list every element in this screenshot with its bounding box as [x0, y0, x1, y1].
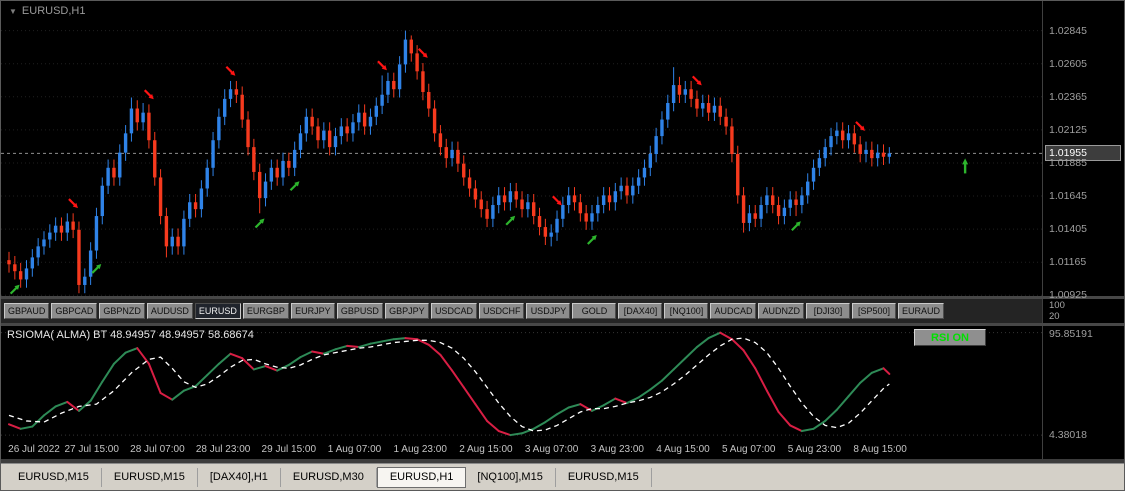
chart-tab-dax40h1[interactable]: [DAX40],H1	[198, 467, 281, 487]
rsioma-line	[8, 331, 891, 437]
time-axis-label: 29 Jul 15:00	[261, 444, 317, 455]
time-axis-label: 3 Aug 07:00	[524, 444, 579, 455]
time-axis-label: 28 Jul 07:00	[130, 444, 185, 455]
price-axis-label: 1.02605	[1049, 57, 1087, 70]
rsi-on-button[interactable]: RSI ON	[914, 329, 986, 346]
symbol-button-gbpjpy[interactable]: GBPJPY	[384, 303, 429, 319]
time-axis-label: 8 Aug 15:00	[853, 444, 907, 455]
symbol-button-gbpaud[interactable]: GBPAUD	[4, 303, 50, 319]
symbol-button-usdjpy[interactable]: USDJPY	[526, 303, 571, 319]
main-chart-canvas[interactable]	[1, 1, 1042, 296]
chart-tab-eurusdm30[interactable]: EURUSD,M30	[281, 467, 377, 487]
price-axis-label: 1.01645	[1049, 190, 1087, 203]
symbol-button-usdcad[interactable]: USDCAD	[430, 303, 477, 319]
time-axis-label: 27 Jul 15:00	[64, 444, 119, 455]
main-chart-panel[interactable]: ▼ EURUSD,H1 1.01955 1.02845 1.02605 1.0236…	[1, 1, 1124, 301]
time-axis-label: 26 Jul 2022	[8, 444, 60, 455]
indicator-panel[interactable]: RSIOMA( ALMA) BT 48.94957 48.94957 58.68…	[1, 326, 1124, 459]
price-axis-label: 1.02845	[1049, 24, 1087, 37]
ribbon-axis-value: 20	[1049, 311, 1060, 322]
chart-marker-icon: ▼	[9, 6, 17, 16]
chart-tab-nq100m15[interactable]: [NQ100],M15	[465, 467, 556, 487]
symbol-button-euraud[interactable]: EURAUD	[897, 303, 944, 319]
indicator-canvas[interactable]	[1, 326, 1042, 442]
price-axis-label: 1.02365	[1049, 90, 1087, 103]
price-axis-label: 1.01405	[1049, 223, 1087, 236]
symbol-button-eurgbp[interactable]: EURGBP	[242, 303, 289, 319]
symbol-button-gbpnzd[interactable]: GBPNZD	[99, 303, 145, 319]
chart-symbol-label: ▼ EURUSD,H1	[9, 5, 86, 17]
price-axis-label: 1.01165	[1049, 256, 1087, 269]
price-gridlines	[1, 30, 1042, 296]
symbol-button-dax40[interactable]: [DAX40]	[618, 303, 663, 319]
symbol-button-nq100[interactable]: [NQ100]	[664, 303, 709, 319]
symbol-button-gold[interactable]: GOLD	[572, 303, 617, 319]
indicator-axis-max: 95.85191	[1049, 327, 1093, 340]
symbol-button-eurusd[interactable]: EURUSD	[194, 303, 241, 319]
price-axis-label: 1.01885	[1049, 156, 1087, 169]
time-axis-label: 28 Jul 23:00	[195, 444, 251, 455]
symbol-button-audnzd[interactable]: AUDNZD	[758, 303, 804, 319]
indicator-title: RSIOMA( ALMA) BT 48.94957 48.94957 58.68…	[7, 329, 254, 341]
time-axis-label: 1 Aug 07:00	[327, 444, 382, 455]
time-axis-label: 5 Aug 07:00	[721, 444, 776, 455]
symbol-button-usdchf[interactable]: USDCHF	[478, 303, 525, 319]
time-axis-label: 3 Aug 23:00	[590, 444, 644, 455]
time-axis-label: 1 Aug 23:00	[393, 444, 447, 455]
price-axis-label: 1.02125	[1049, 123, 1087, 136]
time-axis: 26 Jul 2022 27 Jul 15:00 28 Jul 07:00 28 Ju…	[1, 442, 1042, 459]
symbol-button-audcad[interactable]: AUDCAD	[710, 303, 757, 319]
symbol-button-audusd[interactable]: AUDUSD	[146, 303, 193, 319]
symbol-ribbon: GBPAUD GBPCAD GBPNZD AUDUSD EURUSD EURGBP EURJ…	[1, 299, 1124, 323]
chart-tab-eurusdm15[interactable]: EURUSD,M15	[6, 467, 102, 487]
price-axis[interactable]: 1.01955 1.02845 1.02605 1.02365 1.02125 1.01…	[1042, 1, 1124, 301]
ribbon-axis-value: 100	[1049, 300, 1065, 311]
time-axis-label: 4 Aug 15:00	[656, 444, 710, 455]
symbol-button-eurjpy[interactable]: EURJPY	[290, 303, 335, 319]
chart-tab-eurusdm15[interactable]: EURUSD,M15	[102, 467, 198, 487]
symbol-button-gbpusd[interactable]: GBPUSD	[336, 303, 383, 319]
symbol-button-gbpcad[interactable]: GBPCAD	[51, 303, 98, 319]
terminal-window: ▼ EURUSD,H1 1.01955 1.02845 1.02605 1.0236…	[0, 0, 1125, 491]
chart-tab-eurusdh1[interactable]: EURUSD,H1	[376, 466, 467, 488]
chart-symbol-text: EURUSD,H1	[21, 5, 86, 17]
indicator-axis[interactable]: 95.85191 4.38018	[1042, 326, 1124, 459]
chart-tab-eurusdm15[interactable]: EURUSD,M15	[556, 467, 652, 487]
indicator-axis-min: 4.38018	[1049, 429, 1087, 442]
symbol-button-sp500[interactable]: [SP500]	[851, 303, 896, 319]
symbol-button-dji30[interactable]: [DJI30]	[805, 303, 850, 319]
time-axis-label: 5 Aug 23:00	[787, 444, 842, 455]
chart-tab-bar: EURUSD,M15 EURUSD,M15 [DAX40],H1 EURUSD,M30…	[1, 463, 1124, 490]
time-axis-label: 2 Aug 15:00	[459, 444, 513, 455]
candlestick-series	[7, 30, 892, 294]
symbol-button-row: GBPAUD GBPCAD GBPNZD AUDUSD EURUSD EURGBP EURJ…	[4, 303, 1042, 319]
ribbon-axis: 100 20	[1042, 299, 1124, 323]
